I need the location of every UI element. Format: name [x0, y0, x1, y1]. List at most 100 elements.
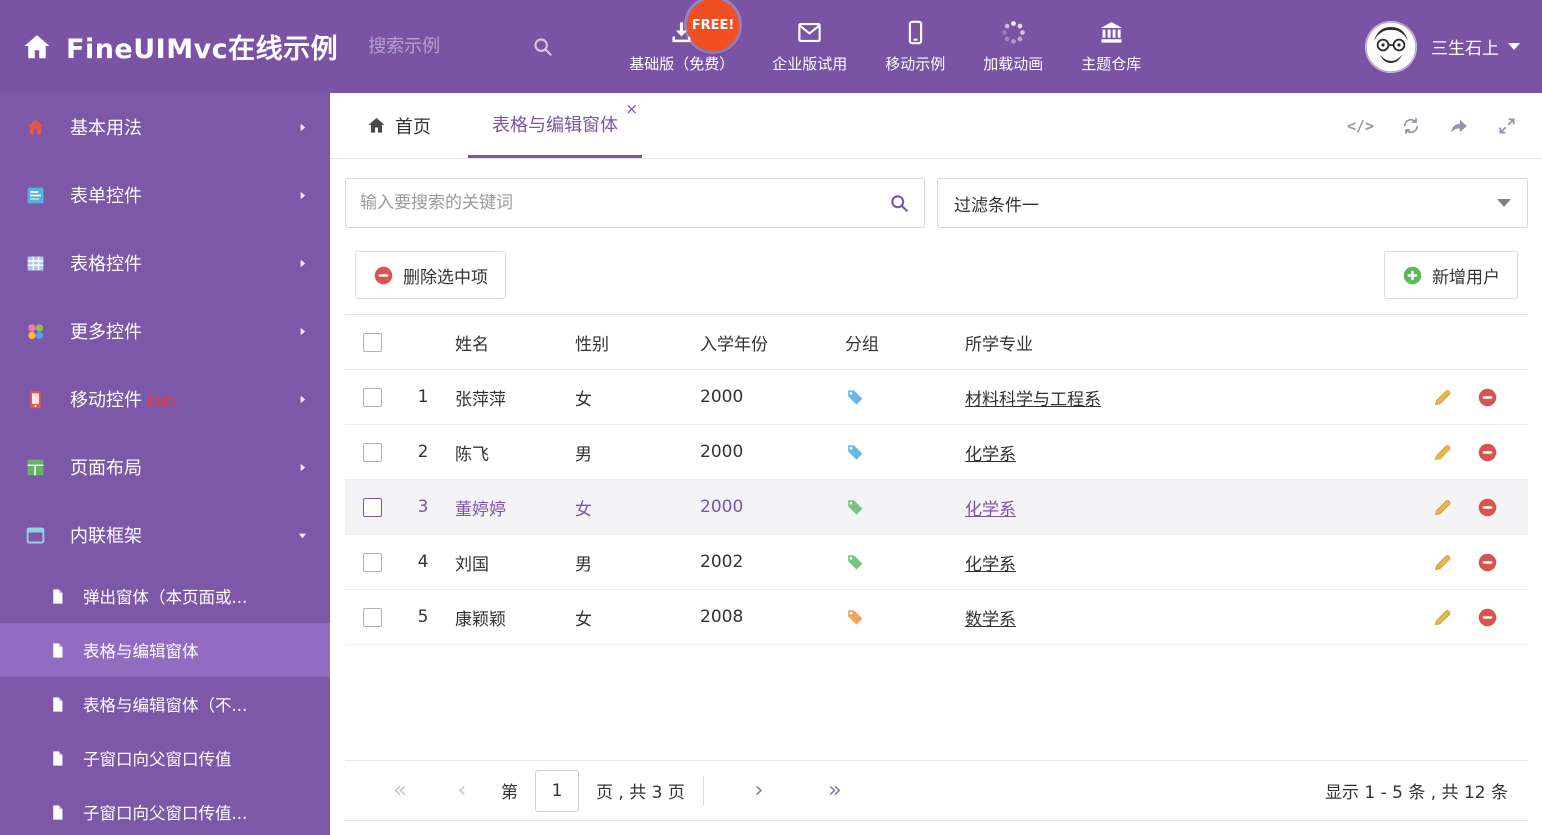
brand[interactable]: FineUIMvc在线示例 [0, 27, 338, 66]
sidebar-item-mobile-controls[interactable]: 移动控件 Corp. [0, 365, 330, 433]
row-checkbox[interactable] [362, 442, 382, 462]
column-year[interactable]: 入学年份 [692, 330, 837, 355]
column-name[interactable]: 姓名 [447, 330, 567, 355]
home-icon [27, 119, 44, 134]
free-badge: FREE! [687, 0, 739, 51]
tab-home[interactable]: 首页 [365, 93, 433, 158]
select-all-checkbox[interactable] [362, 332, 382, 352]
row-checkbox[interactable] [362, 497, 382, 517]
edit-icon[interactable] [1432, 497, 1453, 518]
home-icon [24, 34, 50, 58]
sidebar-subitem-popup-window[interactable]: 弹出窗体（本页面或... [0, 569, 330, 623]
table-header-row: 姓名 性别 入学年份 分组 所学专业 [345, 314, 1528, 370]
delete-icon[interactable] [1477, 387, 1498, 408]
header-search-input[interactable] [368, 36, 519, 57]
tab-grid-edit-window[interactable]: 表格与编辑窗体 × [468, 93, 642, 158]
sidebar-item-form-controls[interactable]: 表单控件 [0, 161, 330, 229]
table-row[interactable]: 2 陈飞 男 2000 化学系 [345, 425, 1528, 480]
row-checkbox[interactable] [362, 387, 382, 407]
nav-label: 企业版试用 [772, 55, 848, 73]
chevron-right-icon [300, 191, 306, 199]
row-number: 2 [417, 442, 429, 462]
table-row[interactable]: 5 康颖颖 女 2008 数学系 [345, 590, 1528, 645]
mobile-icon [908, 20, 922, 45]
sidebar-item-label: 基本用法 [70, 118, 142, 139]
delete-icon[interactable] [1477, 552, 1498, 573]
column-gender[interactable]: 性别 [567, 330, 692, 355]
sidebar-item-more-controls[interactable]: 更多控件 [0, 297, 330, 365]
sidebar-subitem-grid-edit-window-2[interactable]: 表格与编辑窗体（不... [0, 677, 330, 731]
nav-item-mobile-demo[interactable]: 移动示例 [866, 19, 964, 74]
major-link[interactable]: 化学系 [965, 555, 1016, 575]
row-checkbox[interactable] [362, 607, 382, 627]
tab-bar: 首页 表格与编辑窗体 × </> [330, 93, 1542, 159]
column-group[interactable]: 分组 [837, 330, 957, 355]
sidebar-item-label: 表格控件 [70, 254, 142, 275]
table-row[interactable]: 4 刘国 男 2002 化学系 [345, 535, 1528, 590]
fullscreen-icon[interactable] [1496, 115, 1518, 137]
sidebar-item-label: 页面布局 [70, 458, 142, 479]
sidebar-item-label: 更多控件 [70, 322, 142, 343]
prev-page-button[interactable]: ‹ [431, 778, 493, 803]
delete-icon[interactable] [1477, 497, 1498, 518]
cell-year: 2000 [700, 387, 744, 407]
filter-row: 过滤条件一 [345, 178, 1528, 228]
edit-icon[interactable] [1432, 607, 1453, 628]
column-major[interactable]: 所学专业 [957, 330, 1416, 355]
nav-item-loading-animations[interactable]: 加载动画 [964, 19, 1062, 74]
filter-dropdown[interactable]: 过滤条件一 [937, 178, 1528, 228]
next-page-button[interactable]: › [714, 778, 804, 803]
nav-item-theme-repo[interactable]: 主题仓库 [1062, 19, 1160, 74]
sidebar-item-label: 内联框架 [70, 526, 142, 547]
refresh-icon[interactable] [1400, 115, 1422, 137]
last-page-button[interactable]: » [804, 778, 866, 803]
file-icon [53, 696, 63, 712]
chevron-down-icon [1497, 199, 1511, 207]
sidebar-item-inline-frame[interactable]: 内联框架 [0, 501, 330, 569]
sidebar-item-label: 移动控件 [70, 390, 142, 411]
username: 三生石上 [1431, 39, 1499, 59]
cell-gender: 女 [575, 499, 592, 520]
major-link[interactable]: 数学系 [965, 610, 1016, 630]
sidebar-subitem-child-to-parent[interactable]: 子窗口向父窗口传值 [0, 731, 330, 785]
nav-item-enterprise-trial[interactable]: 企业版试用 [753, 19, 866, 74]
table-row[interactable]: 1 张萍萍 女 2000 材料科学与工程系 [345, 370, 1528, 425]
close-icon[interactable]: × [625, 102, 638, 117]
table-row[interactable]: 3 董婷婷 女 2000 化学系 [345, 480, 1528, 535]
search-icon[interactable] [889, 193, 910, 214]
search-icon[interactable] [532, 36, 554, 58]
edit-icon[interactable] [1432, 442, 1453, 463]
edit-icon[interactable] [1432, 387, 1453, 408]
row-checkbox[interactable] [362, 552, 382, 572]
file-icon [53, 588, 63, 604]
keyword-search-input[interactable] [360, 193, 889, 213]
first-page-button[interactable]: « [369, 778, 431, 803]
view-source-icon[interactable]: </> [1347, 115, 1374, 137]
delete-icon[interactable] [1477, 442, 1498, 463]
sidebar-item-label: 表单控件 [70, 186, 142, 207]
edit-icon[interactable] [1432, 552, 1453, 573]
tag-icon [848, 389, 863, 405]
add-user-button[interactable]: 新增用户 [1384, 251, 1518, 299]
sidebar-item-page-layout[interactable]: 页面布局 [0, 433, 330, 501]
sidebar-subitem-child-to-parent-2[interactable]: 子窗口向父窗口传值... [0, 785, 330, 835]
page-suffix-label: 页 , 共 3 页 [596, 783, 685, 803]
major-link[interactable]: 化学系 [965, 445, 1016, 465]
page-number-input[interactable] [535, 769, 579, 812]
sidebar-subitem-grid-edit-window[interactable]: 表格与编辑窗体 [0, 623, 330, 677]
user-menu[interactable]: 三生石上 [1365, 20, 1542, 73]
app-root: FineUIMvc在线示例 FREE! 基础版（免费） 企业版试用 移动示例 [0, 0, 1542, 835]
major-link[interactable]: 化学系 [965, 500, 1016, 520]
major-link[interactable]: 材料科学与工程系 [965, 390, 1101, 410]
top-header: FineUIMvc在线示例 FREE! 基础版（免费） 企业版试用 移动示例 [0, 0, 1542, 93]
delete-selected-button[interactable]: 删除选中项 [355, 251, 506, 299]
minus-circle-icon [374, 266, 393, 284]
grid-panel: 删除选中项 新增用户 姓名 性别 入学年份 分组 所学专业 1 张萍萍 女 20… [345, 240, 1528, 821]
sidebar-item-grid-controls[interactable]: 表格控件 [0, 229, 330, 297]
open-new-window-icon[interactable] [1448, 115, 1470, 137]
cell-gender: 女 [575, 609, 592, 630]
cell-year: 2000 [700, 442, 744, 462]
delete-icon[interactable] [1477, 607, 1498, 628]
sidebar-item-basic-usage[interactable]: 基本用法 [0, 93, 330, 161]
row-number: 5 [417, 607, 429, 627]
